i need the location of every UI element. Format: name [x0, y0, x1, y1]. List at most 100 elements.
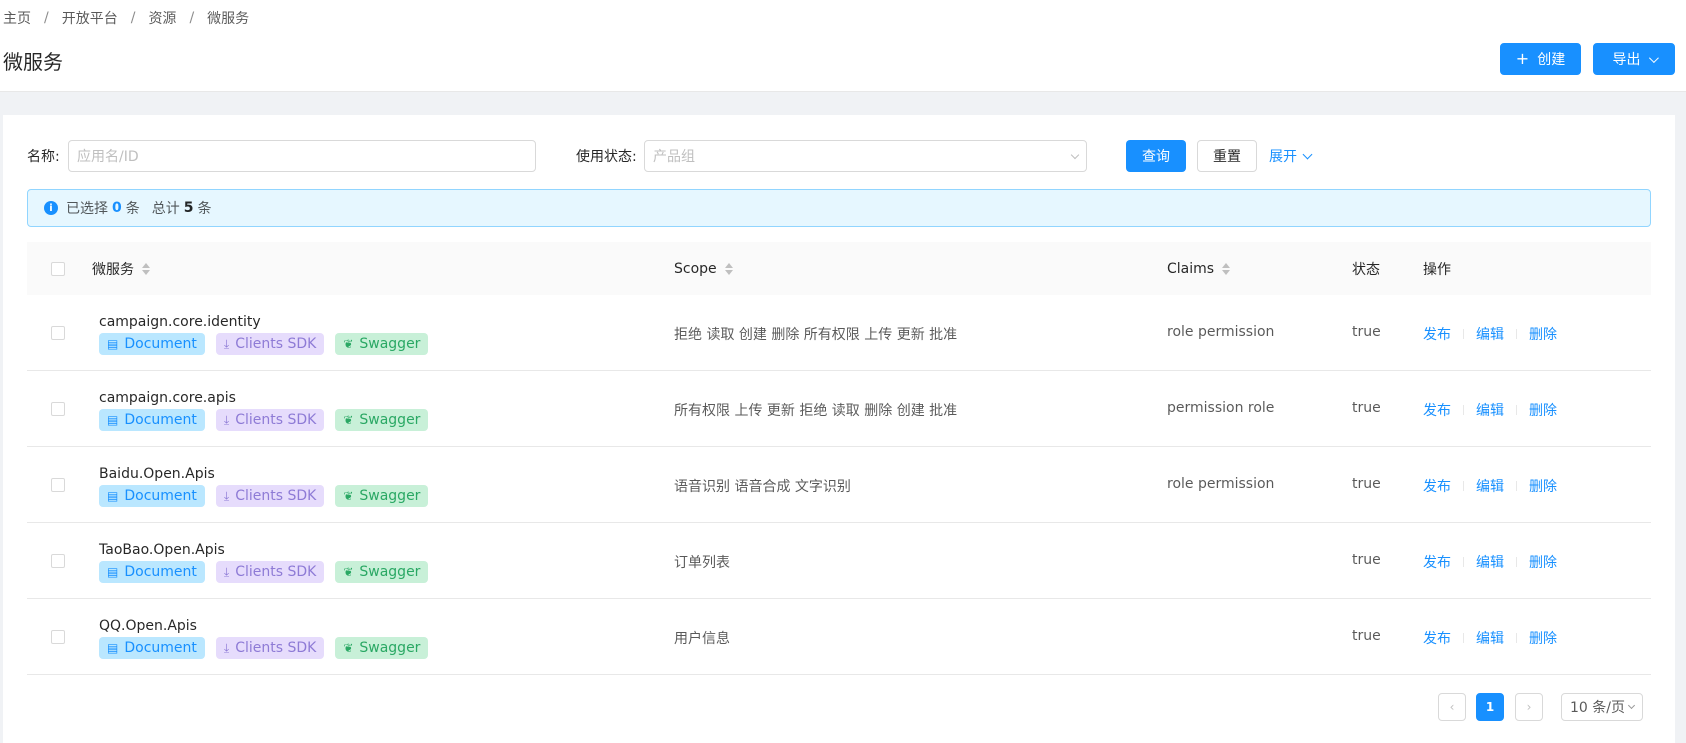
status-select[interactable]: 产品组	[644, 140, 1087, 172]
edit-link[interactable]: 编辑	[1476, 628, 1504, 648]
page-size-label: 10 条/页	[1570, 700, 1625, 716]
status-cell: true	[1352, 476, 1381, 492]
clients-sdk-tag-label: Clients SDK	[235, 412, 317, 428]
expand-toggle[interactable]: 展开	[1269, 146, 1313, 166]
row-select-cell	[51, 326, 65, 340]
page-size-select[interactable]: 10 条/页	[1561, 693, 1643, 721]
sort-icon[interactable]	[724, 262, 733, 275]
edit-link[interactable]: 编辑	[1476, 476, 1504, 496]
swagger-tag-label: Swagger	[359, 488, 421, 504]
publish-link[interactable]: 发布	[1423, 400, 1451, 420]
column-header-claims[interactable]: Claims	[1167, 242, 1231, 295]
swagger-icon: ❦	[343, 489, 354, 503]
table-row: QQ.Open.Apis ▤ Document ⤓ Clients SDK ❦ …	[27, 599, 1651, 675]
row-checkbox[interactable]	[51, 630, 65, 644]
expand-label: 展开	[1269, 149, 1297, 165]
publish-link[interactable]: 发布	[1423, 476, 1451, 496]
pagination-next-button[interactable]: ›	[1515, 693, 1543, 721]
scope-cell: 所有权限 上传 更新 拒绝 读取 删除 创建 批准	[674, 403, 958, 419]
status-cell: true	[1352, 552, 1381, 568]
clients-sdk-tag[interactable]: ⤓ Clients SDK	[215, 333, 325, 355]
actions-cell: 发布 编辑 删除	[1423, 400, 1557, 420]
table-row: campaign.core.apis ▤ Document ⤓ Clients …	[27, 371, 1651, 447]
publish-link[interactable]: 发布	[1423, 552, 1451, 572]
claims-cell: role permission	[1167, 324, 1275, 340]
row-checkbox[interactable]	[51, 326, 65, 340]
query-button[interactable]: 查询	[1126, 140, 1186, 172]
service-tags: ▤ Document ⤓ Clients SDK ❦ Swagger	[99, 561, 429, 583]
clients-sdk-tag[interactable]: ⤓ Clients SDK	[215, 561, 325, 583]
delete-link[interactable]: 删除	[1529, 400, 1557, 420]
document-tag[interactable]: ▤ Document	[99, 637, 205, 659]
book-icon: ▤	[107, 337, 119, 351]
reset-button[interactable]: 重置	[1197, 140, 1257, 172]
export-button[interactable]: 导出	[1593, 43, 1675, 75]
select-all-checkbox[interactable]	[51, 261, 65, 276]
pagination-page-current[interactable]: 1	[1476, 693, 1504, 721]
breadcrumb-resources[interactable]: 资源	[148, 8, 176, 28]
chevron-down-icon	[1302, 149, 1313, 159]
column-header-scope[interactable]: Scope	[674, 242, 733, 295]
document-tag[interactable]: ▤ Document	[99, 561, 205, 583]
swagger-tag-label: Swagger	[359, 336, 421, 352]
total-suffix: 条	[197, 201, 212, 217]
service-cell: campaign.core.apis ▤ Document ⤓ Clients …	[99, 390, 429, 431]
clients-sdk-tag-label: Clients SDK	[235, 336, 317, 352]
sort-icon[interactable]	[1222, 262, 1231, 275]
actions-cell: 发布 编辑 删除	[1423, 552, 1557, 572]
delete-link[interactable]: 删除	[1529, 324, 1557, 344]
download-icon: ⤓	[223, 564, 230, 579]
clients-sdk-tag[interactable]: ⤓ Clients SDK	[215, 409, 325, 431]
book-icon: ▤	[107, 641, 119, 655]
swagger-tag[interactable]: ❦ Swagger	[335, 409, 429, 431]
sort-icon[interactable]	[142, 262, 150, 275]
name-search-input[interactable]: 应用名/ID	[68, 140, 536, 172]
action-divider	[1463, 557, 1464, 567]
scope-cell: 订单列表	[674, 555, 730, 571]
clients-sdk-tag[interactable]: ⤓ Clients SDK	[215, 485, 325, 507]
swagger-tag[interactable]: ❦ Swagger	[335, 561, 429, 583]
row-checkbox[interactable]	[51, 402, 65, 416]
document-tag[interactable]: ▤ Document	[99, 409, 205, 431]
delete-link[interactable]: 删除	[1529, 552, 1557, 572]
row-checkbox[interactable]	[51, 554, 65, 568]
delete-link[interactable]: 删除	[1529, 476, 1557, 496]
page-title: 微服务	[3, 50, 63, 74]
document-tag[interactable]: ▤ Document	[99, 333, 205, 355]
publish-link[interactable]: 发布	[1423, 628, 1451, 648]
row-select-cell	[51, 402, 65, 416]
edit-link[interactable]: 编辑	[1476, 324, 1504, 344]
column-header-service[interactable]: 微服务	[92, 242, 150, 295]
document-tag[interactable]: ▤ Document	[99, 485, 205, 507]
action-divider	[1463, 329, 1464, 339]
clients-sdk-tag-label: Clients SDK	[235, 640, 317, 656]
name-filter-label: 名称:	[27, 149, 60, 165]
delete-link[interactable]: 删除	[1529, 628, 1557, 648]
pagination-prev-button[interactable]: ‹	[1438, 693, 1466, 721]
create-button[interactable]: + 创建	[1500, 43, 1581, 75]
action-divider	[1516, 481, 1517, 491]
breadcrumb-open-platform[interactable]: 开放平台	[62, 8, 118, 28]
service-tags: ▤ Document ⤓ Clients SDK ❦ Swagger	[99, 409, 429, 431]
total-prefix: 总计	[151, 201, 180, 217]
column-label: Scope	[674, 260, 717, 277]
breadcrumb: 主页 / 开放平台 / 资源 / 微服务	[3, 8, 249, 28]
create-button-label: 创建	[1537, 52, 1566, 68]
edit-link[interactable]: 编辑	[1476, 400, 1504, 420]
swagger-tag[interactable]: ❦ Swagger	[335, 637, 429, 659]
row-checkbox[interactable]	[51, 478, 65, 492]
swagger-tag[interactable]: ❦ Swagger	[335, 333, 429, 355]
clients-sdk-tag[interactable]: ⤓ Clients SDK	[215, 637, 325, 659]
swagger-icon: ❦	[343, 337, 354, 351]
swagger-tag[interactable]: ❦ Swagger	[335, 485, 429, 507]
breadcrumb-home[interactable]: 主页	[3, 8, 31, 28]
breadcrumb-separator: /	[189, 10, 195, 26]
edit-link[interactable]: 编辑	[1476, 552, 1504, 572]
service-cell: TaoBao.Open.Apis ▤ Document ⤓ Clients SD…	[99, 542, 429, 583]
row-select-cell	[51, 478, 65, 492]
row-select-cell	[51, 630, 65, 644]
action-divider	[1516, 405, 1517, 415]
publish-link[interactable]: 发布	[1423, 324, 1451, 344]
service-cell: Baidu.Open.Apis ▤ Document ⤓ Clients SDK…	[99, 466, 429, 507]
selected-prefix: 已选择	[66, 201, 108, 217]
